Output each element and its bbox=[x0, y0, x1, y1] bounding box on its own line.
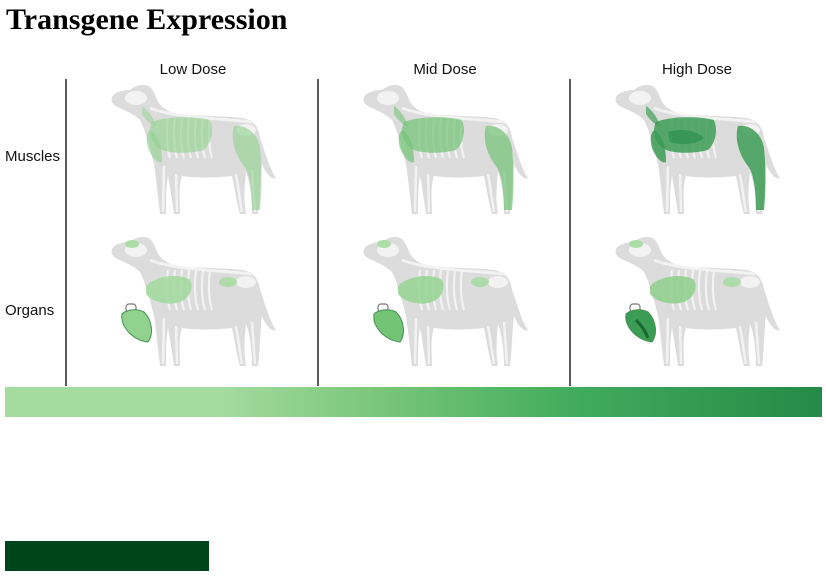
dog-muscles-mid-dose bbox=[358, 78, 534, 228]
expression-gradient-legend bbox=[5, 387, 822, 417]
max-expression-swatch bbox=[5, 541, 209, 571]
dog-muscles-high-dose bbox=[610, 78, 786, 228]
column-divider bbox=[317, 79, 319, 386]
dog-muscles-low-dose bbox=[106, 78, 282, 228]
dog-organs-low-dose bbox=[106, 230, 282, 380]
column-header-mid-dose: Mid Dose bbox=[413, 61, 477, 78]
column-header-high-dose: High Dose bbox=[661, 61, 733, 78]
row-label-organs: Organs bbox=[5, 302, 55, 319]
dog-organs-high-dose bbox=[610, 230, 786, 380]
row-label-muscles: Muscles bbox=[5, 148, 61, 165]
column-divider bbox=[65, 79, 67, 386]
dog-organs-mid-dose bbox=[358, 230, 534, 380]
column-header-low-dose: Low Dose bbox=[159, 61, 227, 78]
column-divider bbox=[569, 79, 571, 386]
page-title: Transgene Expression bbox=[6, 3, 288, 36]
